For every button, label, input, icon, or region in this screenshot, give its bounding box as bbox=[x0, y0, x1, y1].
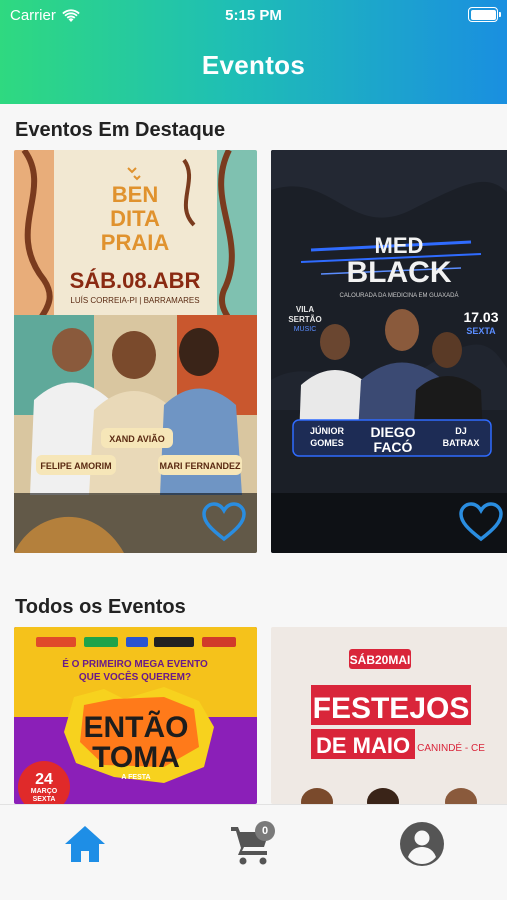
bendita-title-line-3: PRAIA bbox=[101, 230, 170, 255]
bendita-title-line-2: DITA bbox=[110, 206, 160, 231]
featured-section-title: Eventos Em Destaque bbox=[15, 119, 226, 141]
battery-icon bbox=[468, 7, 501, 22]
festejos-poster: SÁB20MAI FESTEJOS DE MAIO CANINDÉ - CE bbox=[271, 627, 507, 804]
medblack-artist-3b: BATRAX bbox=[443, 438, 480, 448]
bendita-poster: BEN DITA PRAIA SÁB.08.ABR LUÍS CORREIA-P… bbox=[14, 150, 257, 553]
medblack-artist-2b: FACÓ bbox=[374, 438, 413, 455]
featured-event-card-medblack[interactable]: MED BLACK CALOURADA DA MEDICINA EM GUAXA… bbox=[271, 150, 507, 553]
bendita-artist-2: FELIPE AMORIM bbox=[40, 461, 111, 471]
festejos-title-line-2: DE MAIO bbox=[316, 733, 410, 758]
bendita-date: SÁB.08.ABR bbox=[70, 268, 201, 293]
entao-question: QUE VOCÊS QUEREM? bbox=[79, 670, 191, 683]
festejos-date: SÁB20MAI bbox=[350, 652, 411, 667]
medblack-poster: MED BLACK CALOURADA DA MEDICINA EM GUAXA… bbox=[271, 150, 507, 553]
event-card-entao-toma[interactable]: É O PRIMEIRO MEGA EVENTO QUE VOCÊS QUERE… bbox=[14, 627, 257, 804]
status-bar: Carrier 5:15 PM bbox=[0, 0, 507, 30]
bendita-title-line-1: BEN bbox=[112, 182, 158, 207]
medblack-subtitle: CALOURADA DA MEDICINA EM GUAXADÁ bbox=[339, 292, 458, 299]
entao-date-month: MARÇO bbox=[31, 788, 58, 795]
medblack-venue-1: VILA bbox=[296, 305, 314, 314]
entao-tagline: A FESTA bbox=[121, 774, 150, 781]
featured-event-card-bendita[interactable]: BEN DITA PRAIA SÁB.08.ABR LUÍS CORREIA-P… bbox=[14, 150, 257, 553]
bendita-location: LUÍS CORREIA-PI | BARRAMARES bbox=[70, 296, 199, 305]
all-events-section-title: Todos os Eventos bbox=[15, 596, 186, 618]
medblack-venue-3: MUSIC bbox=[294, 326, 317, 333]
bendita-artist-1: XAND AVIÃO bbox=[109, 434, 165, 444]
medblack-weekday: SEXTA bbox=[466, 326, 496, 336]
event-card-festejos[interactable]: SÁB20MAI FESTEJOS DE MAIO CANINDÉ - CE bbox=[271, 627, 507, 804]
tab-home[interactable] bbox=[60, 819, 110, 869]
events-screen: Carrier 5:15 PM Eventos Eventos Em Desta… bbox=[0, 0, 507, 900]
entao-date-day: 24 bbox=[35, 771, 53, 788]
app-header: Carrier 5:15 PM Eventos bbox=[0, 0, 507, 104]
favorite-heart-icon[interactable] bbox=[201, 501, 247, 543]
entao-title-line-1: ENTÃO bbox=[84, 710, 189, 744]
medblack-artist-3a: DJ bbox=[455, 426, 467, 436]
medblack-artist-1b: GOMES bbox=[310, 438, 344, 448]
tab-cart[interactable]: 0 bbox=[227, 819, 277, 869]
page-title: Eventos bbox=[201, 50, 306, 80]
festejos-title-line-1: FESTEJOS bbox=[313, 692, 470, 725]
medblack-title-line-1: MED bbox=[375, 233, 424, 258]
bendita-artist-3: MARI FERNANDEZ bbox=[160, 461, 241, 471]
medblack-artist-2a: DIEGO bbox=[370, 424, 415, 440]
tab-account[interactable] bbox=[397, 819, 447, 869]
entao-title-line-2: TOMA bbox=[92, 741, 180, 774]
festejos-location: CANINDÉ - CE bbox=[417, 741, 485, 754]
favorite-heart-icon[interactable] bbox=[458, 501, 504, 543]
entao-date-weekday: SEXTA bbox=[33, 796, 56, 803]
entao-toma-poster: É O PRIMEIRO MEGA EVENTO QUE VOCÊS QUERE… bbox=[14, 627, 257, 804]
account-icon bbox=[400, 822, 444, 866]
status-time: 5:15 PM bbox=[225, 7, 282, 24]
home-icon bbox=[65, 826, 105, 862]
cart-count-badge: 0 bbox=[255, 821, 275, 841]
entao-top-line: É O PRIMEIRO MEGA EVENTO bbox=[62, 657, 208, 670]
medblack-venue-2: SERTÃO bbox=[288, 315, 321, 324]
medblack-title-line-2: BLACK bbox=[347, 256, 452, 289]
bottom-tab-bar: 0 bbox=[0, 804, 507, 900]
medblack-date: 17.03 bbox=[463, 309, 498, 325]
medblack-artist-1a: JÚNIOR bbox=[310, 425, 345, 436]
